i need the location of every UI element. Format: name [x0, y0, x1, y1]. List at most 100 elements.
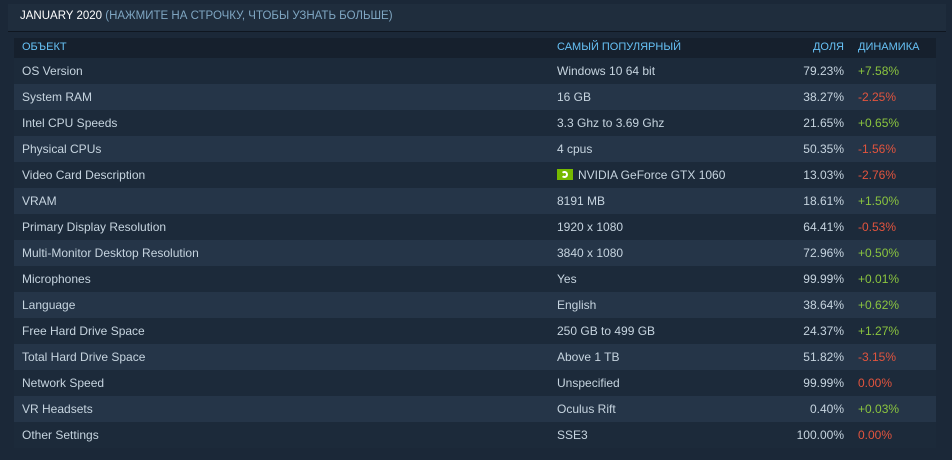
- survey-header: JANUARY 2020 (НАЖМИТЕ НА СТРОЧКУ, ЧТОБЫ …: [8, 4, 946, 32]
- row-change: -0.53%: [858, 220, 897, 234]
- row-most-popular: Oculus Rift: [557, 402, 616, 416]
- row-change: -1.56%: [858, 142, 897, 156]
- row-share: 99.99%: [803, 272, 844, 286]
- table-row[interactable]: Primary Display Resolution 1920 x 1080 64.…: [14, 214, 936, 240]
- table-row[interactable]: Network Speed Unspecified 99.99% 0.00%: [14, 370, 936, 396]
- row-change: 0.00%: [858, 376, 893, 390]
- row-item-name: Physical CPUs: [22, 142, 102, 156]
- table-row[interactable]: Multi-Monitor Desktop Resolution 3840 x 1…: [14, 240, 936, 266]
- table-row[interactable]: VRAM 8191 MB 18.61% +1.50%: [14, 188, 936, 214]
- row-item-name: Primary Display Resolution: [22, 220, 167, 234]
- row-item-name: Free Hard Drive Space: [22, 324, 145, 338]
- row-most-popular-label: Oculus Rift: [557, 402, 616, 416]
- row-share: 51.82%: [803, 350, 844, 364]
- row-share: 38.64%: [803, 298, 844, 312]
- row-change: +0.65%: [858, 116, 900, 130]
- hardware-survey-panel: JANUARY 2020 (НАЖМИТЕ НА СТРОЧКУ, ЧТОБЫ …: [0, 0, 952, 460]
- row-most-popular-label: 3.3 Ghz to 3.69 Ghz: [557, 116, 665, 130]
- column-header-change: ДИНАМИКА: [858, 41, 920, 53]
- table-row[interactable]: Language English 38.64% +0.62%: [14, 292, 936, 318]
- row-item-name: System RAM: [22, 90, 93, 104]
- row-most-popular-label: 4 cpus: [557, 142, 593, 156]
- row-most-popular-label: 8191 MB: [557, 194, 606, 208]
- row-change: -3.15%: [858, 350, 897, 364]
- row-most-popular-label: SSE3: [557, 428, 588, 442]
- row-most-popular-label: English: [557, 298, 597, 312]
- table-row[interactable]: System RAM 16 GB 38.27% -2.25%: [14, 84, 936, 110]
- row-item-name: Intel CPU Speeds: [22, 116, 118, 130]
- row-change: +1.50%: [858, 194, 900, 208]
- row-most-popular: 250 GB to 499 GB: [557, 324, 655, 338]
- row-most-popular: 8191 MB: [557, 194, 605, 208]
- table-row[interactable]: Video Card Description NVIDIA GeForce GTX…: [14, 162, 936, 188]
- row-share: 13.03%: [803, 168, 844, 182]
- table-row[interactable]: Total Hard Drive Space Above 1 TB 51.82% -3…: [14, 344, 936, 370]
- row-share: 100.00%: [796, 428, 844, 442]
- row-most-popular-label: 16 GB: [557, 90, 592, 104]
- survey-period: JANUARY 2020: [20, 10, 103, 22]
- row-most-popular: 16 GB: [557, 90, 591, 104]
- row-change: +0.50%: [858, 246, 900, 260]
- row-item-name: VRAM: [22, 194, 57, 208]
- row-share: 64.41%: [803, 220, 844, 234]
- table-row[interactable]: Intel CPU Speeds 3.3 Ghz to 3.69 Ghz 21.65…: [14, 110, 936, 136]
- row-share: 38.27%: [803, 90, 844, 104]
- row-change: -2.25%: [858, 90, 897, 104]
- row-share: 24.37%: [803, 324, 844, 338]
- row-most-popular-label: 250 GB to 499 GB: [557, 324, 656, 338]
- nvidia-logo-icon: [557, 169, 573, 180]
- row-most-popular-label: 3840 x 1080: [557, 246, 624, 260]
- row-item-name: VR Headsets: [22, 402, 93, 416]
- row-item-name: Network Speed: [22, 376, 105, 390]
- row-change: +0.01%: [858, 272, 900, 286]
- table-row[interactable]: Microphones Yes 99.99% +0.01%: [14, 266, 936, 292]
- column-header-popular: САМЫЙ ПОПУЛЯРНЫЙ: [557, 41, 681, 53]
- row-share: 99.99%: [803, 376, 844, 390]
- table-row[interactable]: OS Version Windows 10 64 bit 79.23% +7.58%: [14, 58, 936, 84]
- table-body: OS Version Windows 10 64 bit 79.23% +7.58% S…: [14, 58, 936, 448]
- row-item-name: Multi-Monitor Desktop Resolution: [22, 246, 199, 260]
- table-header-row: ОБЪЕКТ САМЫЙ ПОПУЛЯРНЫЙ ДОЛЯ ДИНАМИКА: [14, 38, 936, 58]
- row-change: +1.27%: [858, 324, 900, 338]
- row-most-popular-label: 1920 x 1080: [557, 220, 624, 234]
- row-change: +0.03%: [858, 402, 900, 416]
- row-most-popular-label: Windows 10 64 bit: [557, 64, 656, 78]
- row-most-popular: 4 cpus: [557, 142, 592, 156]
- row-item-name: Total Hard Drive Space: [22, 350, 146, 364]
- table-row[interactable]: Other Settings SSE3 100.00% 0.00%: [14, 422, 936, 448]
- row-share: 79.23%: [803, 64, 844, 78]
- row-most-popular: Unspecified: [557, 376, 620, 390]
- row-most-popular: 3840 x 1080: [557, 246, 623, 260]
- row-most-popular: English: [557, 298, 596, 312]
- column-header-item: ОБЪЕКТ: [22, 41, 67, 53]
- row-most-popular: 3.3 Ghz to 3.69 Ghz: [557, 116, 664, 130]
- row-most-popular-label: Above 1 TB: [557, 350, 620, 364]
- row-most-popular: Windows 10 64 bit: [557, 64, 655, 78]
- table-row[interactable]: Free Hard Drive Space 250 GB to 499 GB 24.…: [14, 318, 936, 344]
- row-most-popular-label: Yes: [557, 272, 577, 286]
- row-change: +0.62%: [858, 298, 900, 312]
- row-share: 21.65%: [803, 116, 844, 130]
- row-item-name: Microphones: [22, 272, 91, 286]
- survey-title: JANUARY 2020 (НАЖМИТЕ НА СТРОЧКУ, ЧТОБЫ …: [20, 10, 393, 22]
- row-most-popular-label: Unspecified: [557, 376, 620, 390]
- row-change: +7.58%: [858, 64, 900, 78]
- row-item-name: Other Settings: [22, 428, 99, 442]
- survey-hint: (НАЖМИТЕ НА СТРОЧКУ, ЧТОБЫ УЗНАТЬ БОЛЬШЕ…: [105, 10, 393, 22]
- row-change: 0.00%: [858, 428, 893, 442]
- row-share: 72.96%: [803, 246, 844, 260]
- row-most-popular: Above 1 TB: [557, 350, 619, 364]
- row-most-popular: NVIDIA GeForce GTX 1060: [557, 168, 725, 182]
- table-row[interactable]: Physical CPUs 4 cpus 50.35% -1.56%: [14, 136, 936, 162]
- row-item-name: Language: [22, 298, 76, 312]
- row-change: -2.76%: [858, 168, 897, 182]
- row-most-popular: Yes: [557, 272, 577, 286]
- row-item-name: Video Card Description: [22, 168, 146, 182]
- row-share: 18.61%: [803, 194, 844, 208]
- column-header-share: ДОЛЯ: [812, 41, 844, 53]
- table-row[interactable]: VR Headsets Oculus Rift 0.40% +0.03%: [14, 396, 936, 422]
- row-share: 0.40%: [809, 402, 844, 416]
- row-most-popular: SSE3: [557, 428, 588, 442]
- row-item-name: OS Version: [22, 64, 83, 78]
- row-most-popular: 1920 x 1080: [557, 220, 623, 234]
